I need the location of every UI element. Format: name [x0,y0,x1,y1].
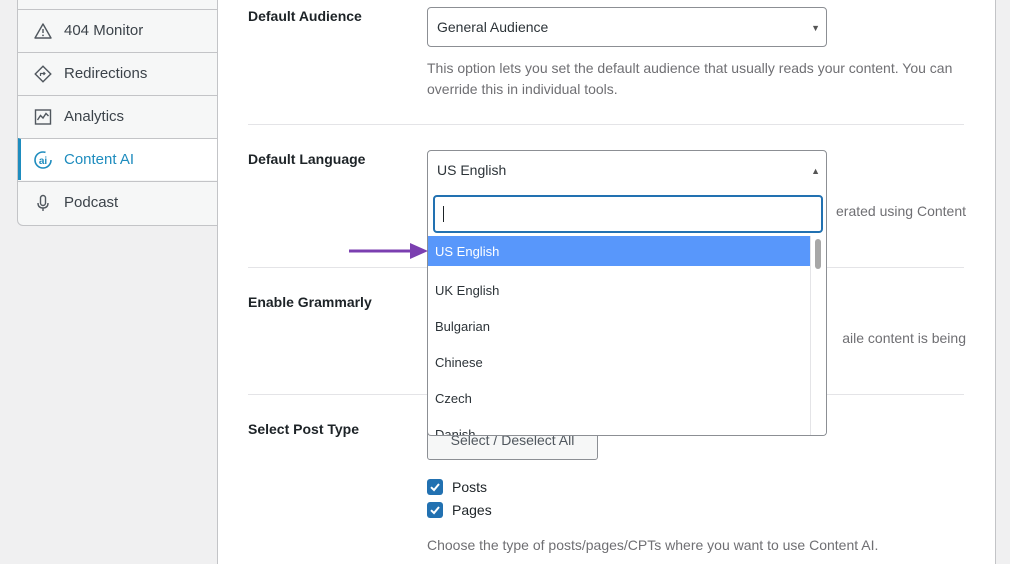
pages-checkbox-row[interactable]: Pages [427,502,492,518]
sidebar-item-label: Content AI [64,151,135,168]
sidebar-item-content-ai[interactable]: ai Content AI [18,138,218,180]
default-audience-select[interactable]: General Audience ▼ [427,7,827,47]
settings-sidebar: 404 Monitor Redirections Analytics ai Co… [17,0,219,226]
select-post-type-label: Select Post Type [248,421,360,437]
sidebar-item-podcast[interactable]: Podcast [18,181,218,223]
microphone-icon [33,193,53,213]
warning-triangle-icon [33,21,53,41]
section-divider [248,124,964,125]
language-option[interactable]: Danish [428,416,811,436]
chevron-up-icon: ▲ [811,166,820,176]
language-search-input[interactable] [433,195,823,233]
language-option[interactable]: US English [428,236,811,266]
posts-checkbox-row[interactable]: Posts [427,479,487,495]
sidebar-item-label: Analytics [64,108,125,125]
sidebar-item-redirections[interactable]: Redirections [18,52,218,94]
annotation-arrow-icon [349,243,428,259]
chart-line-icon [33,107,53,127]
posts-label: Posts [452,479,488,495]
default-audience-value: General Audience [437,19,549,35]
language-dropdown: US English UK English Bulgarian Chinese … [427,189,827,436]
default-language-select[interactable]: US English ▲ [427,150,827,190]
sidebar-item-404-monitor[interactable]: 404 Monitor [18,9,218,51]
pages-label: Pages [452,502,492,518]
sidebar-item-label: 404 Monitor [64,22,144,39]
language-option[interactable]: Bulgarian [428,308,811,344]
chevron-down-icon: ▼ [811,23,820,33]
sidebar-item-label: Redirections [64,65,148,82]
language-option[interactable]: Chinese [428,344,811,380]
svg-text:ai: ai [39,156,48,167]
sidebar-item-label: Podcast [64,194,119,211]
sidebar-item-analytics[interactable]: Analytics [18,95,218,137]
language-options-list: US English UK English Bulgarian Chinese … [428,236,811,436]
post-type-description: Choose the type of posts/pages/CPTs wher… [427,537,879,553]
default-language-description: erated using Content [836,203,966,219]
checkbox-checked-icon[interactable] [427,479,443,495]
dropdown-scrollbar[interactable] [810,236,826,435]
scrollbar-thumb[interactable] [815,239,821,269]
default-language-value: US English [437,162,507,178]
redirect-diamond-icon [33,64,53,84]
default-audience-label: Default Audience [248,8,362,24]
content-ai-icon: ai [33,150,53,170]
language-option[interactable]: UK English [428,272,811,308]
enable-grammarly-label: Enable Grammarly [248,294,372,310]
checkbox-checked-icon[interactable] [427,502,443,518]
default-language-label: Default Language [248,151,366,167]
default-audience-description: This option lets you set the default aud… [427,60,953,97]
text-caret [443,206,444,222]
language-option[interactable]: Czech [428,380,811,416]
grammarly-description: aile content is being [842,330,966,346]
